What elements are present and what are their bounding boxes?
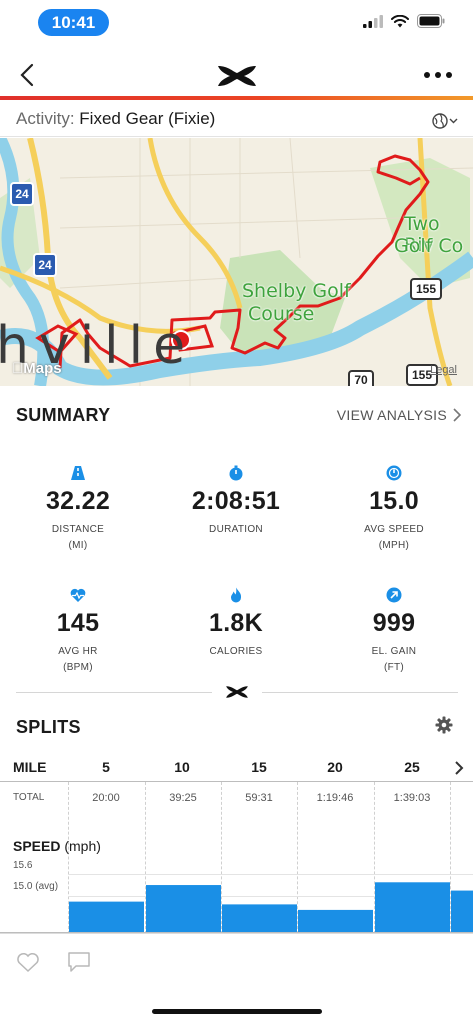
- speed-bar-chart: [69, 882, 473, 932]
- distance-unit: (MI): [68, 540, 88, 551]
- total-split-15: 59:31: [245, 792, 273, 804]
- avg-hr-unit: (BPM): [63, 662, 93, 673]
- activity-type: Activity: Fixed Gear (Fixie): [16, 109, 215, 129]
- avg-speed-label: AVG SPEED: [364, 524, 424, 535]
- apple-maps-brand: Maps: [12, 360, 62, 377]
- under-armour-divider-logo: [226, 686, 248, 698]
- activity-type-row: Activity: Fixed Gear (Fixie): [0, 101, 473, 137]
- activity-label: Activity:: [16, 109, 75, 128]
- heart-rate-icon: [70, 588, 86, 602]
- route-155-shield: 155: [410, 278, 442, 300]
- calories-label: CALORIES: [209, 646, 263, 657]
- signal-icon: [363, 14, 383, 28]
- stat-duration: 2:08:51 DURATION: [166, 465, 306, 538]
- total-split-25: 1:39:03: [393, 792, 431, 804]
- section-divider-right: [262, 692, 458, 693]
- map-legal-link[interactable]: Legal: [430, 364, 457, 376]
- elevation-gain-unit: (FT): [383, 662, 405, 673]
- view-analysis-label: VIEW ANALYSIS: [336, 407, 447, 423]
- map-label-golf-co: Golf Co: [394, 235, 464, 257]
- duration-value: 2:08:51: [191, 487, 281, 515]
- comment-icon[interactable]: [67, 951, 91, 973]
- maps-brand-text: Maps: [12, 360, 61, 377]
- flame-icon: [231, 587, 242, 603]
- avg-speed-unit: (MPH): [378, 540, 410, 551]
- speedometer-icon: [386, 465, 402, 481]
- speed-bar-10: [146, 885, 221, 932]
- summary-header: SUMMARY VIEW ANALYSIS: [0, 392, 473, 438]
- road-icon: [71, 466, 85, 480]
- avg-hr-value: 145: [56, 609, 100, 637]
- battery-icon: [417, 14, 445, 28]
- section-divider-left: [16, 692, 212, 693]
- splits-total-row: TOTAL 20:00 39:25 59:31 1:19:46 1:39:03: [0, 782, 473, 814]
- footer-separator: [0, 933, 473, 934]
- next-splits-chevron-icon[interactable]: [453, 760, 465, 776]
- elevation-gain-label: EL. GAIN: [371, 646, 417, 657]
- map-label-course: Course: [248, 303, 315, 325]
- activity-value: Fixed Gear (Fixie): [79, 109, 216, 128]
- under-armour-logo: [218, 66, 256, 86]
- split-col-10: 10: [174, 759, 190, 775]
- speed-bar-15: [222, 904, 297, 932]
- nav-bar: [0, 50, 473, 100]
- elevation-arrow-icon: [386, 587, 402, 603]
- stat-avg-speed: 15.0 AVG SPEED (MPH): [324, 465, 464, 554]
- gear-icon[interactable]: [435, 716, 453, 734]
- chevron-right-icon: [453, 408, 461, 422]
- split-col-25: 25: [404, 759, 420, 775]
- back-chevron-icon[interactable]: [16, 62, 40, 88]
- total-split-10: 39:25: [169, 792, 197, 804]
- summary-title: SUMMARY: [16, 405, 111, 425]
- distance-value: 32.22: [45, 487, 111, 515]
- splits-header: SPLITS: [0, 708, 473, 748]
- system-icons: [363, 14, 445, 28]
- view-analysis-link[interactable]: VIEW ANALYSIS: [337, 407, 461, 423]
- distance-label: DISTANCE: [51, 524, 105, 535]
- stopwatch-icon: [229, 465, 243, 481]
- total-label: TOTAL: [13, 792, 45, 803]
- heart-like-icon[interactable]: [16, 951, 40, 973]
- total-split-5: 20:00: [92, 792, 120, 804]
- stat-calories: 1.8K CALORIES: [166, 587, 306, 660]
- route-map[interactable]: Two Riv Golf Co Shelby Golf Course hvill…: [0, 138, 473, 386]
- avg-speed-value: 15.0: [369, 487, 419, 515]
- map-label-shelby-golf: Shelby Golf: [242, 280, 351, 302]
- split-col-15: 15: [251, 759, 267, 775]
- speed-bar-20: [298, 909, 373, 932]
- privacy-globe-icon[interactable]: [431, 112, 459, 130]
- split-col-5: 5: [102, 759, 110, 775]
- home-indicator: [152, 1009, 322, 1014]
- avg-hr-label: AVG HR: [58, 646, 98, 657]
- speed-bar-25: [375, 882, 450, 932]
- mile-column-label: MILE: [13, 759, 47, 775]
- route-70-shield: 70: [348, 370, 374, 386]
- status-time: 10:41: [38, 9, 109, 36]
- splits-title: SPLITS: [16, 717, 81, 737]
- more-options-icon[interactable]: [423, 66, 453, 84]
- status-bar: 10:41: [0, 0, 473, 46]
- wifi-icon: [391, 14, 409, 27]
- speed-bar-5: [69, 901, 144, 932]
- interstate-24-shield: 24: [10, 182, 34, 206]
- calories-value: 1.8K: [208, 609, 263, 637]
- splits-column-header: MILE 5 10 15 20 25: [0, 754, 473, 782]
- speed-bar-next-partial: [451, 890, 473, 932]
- split-col-20: 20: [327, 759, 343, 775]
- accent-divider: [0, 96, 473, 100]
- stat-avg-hr: 145 AVG HR (BPM): [8, 587, 148, 676]
- stat-elevation-gain: 999 EL. GAIN (FT): [324, 587, 464, 676]
- stat-distance: 32.22 DISTANCE (MI): [8, 465, 148, 554]
- elevation-gain-value: 999: [372, 609, 416, 637]
- interstate-24-shield-south: 24: [33, 253, 57, 277]
- total-split-20: 1:19:46: [316, 792, 354, 804]
- duration-label: DURATION: [209, 524, 263, 535]
